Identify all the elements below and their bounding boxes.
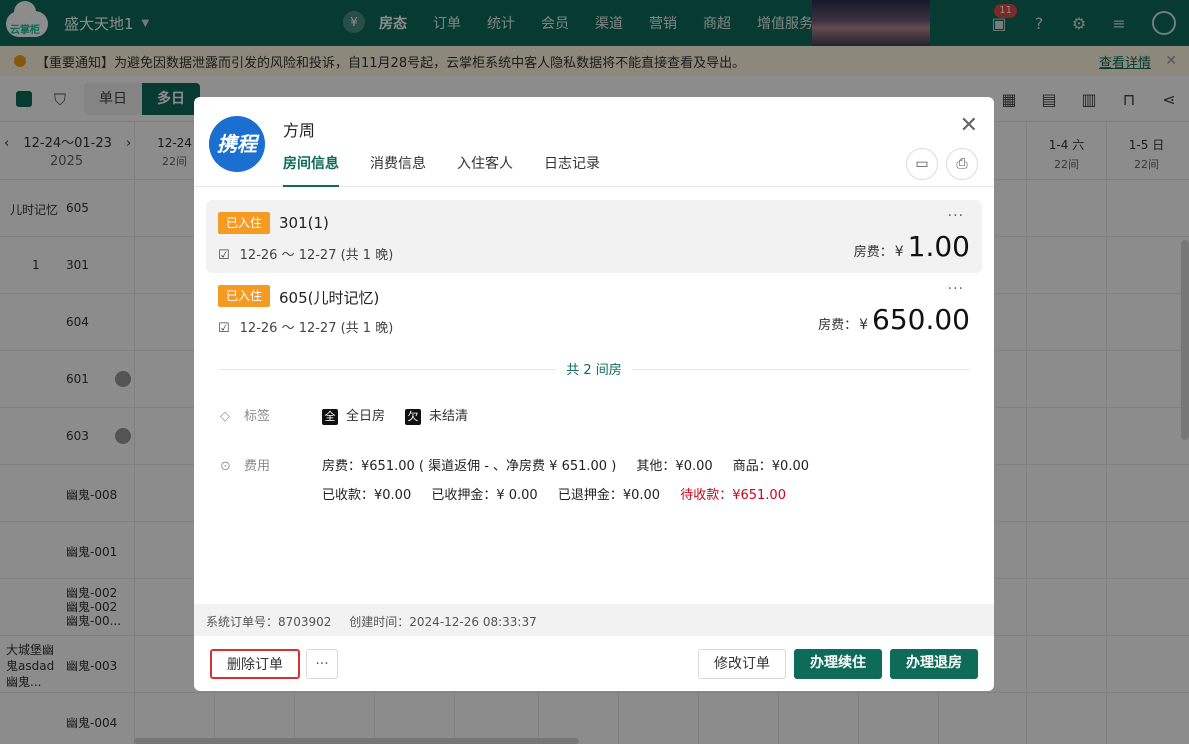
room-name: 301(1) (279, 214, 329, 232)
tab-room-info[interactable]: 房间信息 (283, 153, 339, 187)
invoice-icon[interactable]: ▭ (906, 148, 938, 180)
tab-consumption[interactable]: 消费信息 (370, 153, 426, 187)
modal-tabs: 房间信息 消费信息 入住客人 日志记录 (283, 153, 631, 187)
vertical-scrollbar[interactable] (1181, 240, 1189, 440)
room-price: 房费： ¥1.00 (853, 230, 970, 263)
yen-icon: ⊙ (220, 459, 231, 474)
stay-dates: ☑ 12-26 ～ 12-27 (共 1 晚) (218, 248, 394, 263)
calendar-check-icon: ☑ (218, 248, 230, 263)
close-icon[interactable]: ✕ (960, 113, 978, 138)
calendar-check-icon: ☑ (218, 321, 230, 336)
tag-list: 全全日房 欠未结清 (322, 405, 468, 425)
fee-summary: 房费：¥651.00 ( 渠道返佣 - 、净房费 ¥ 651.00 ) 其他：¥… (322, 459, 809, 474)
room-card[interactable]: 已入住 605(儿时记忆) ☑ 12-26 ～ 12-27 (共 1 晚) ···… (206, 273, 982, 346)
total-rooms: 共 2 间房 (218, 359, 970, 379)
tag-full-day: 全全日房 (322, 405, 385, 425)
more-icon[interactable]: ··· (948, 281, 964, 297)
payment-summary: 已收款：¥0.00 已收押金：¥ 0.00 已退押金：¥0.00 待收款：¥65… (322, 488, 786, 503)
edit-order-button[interactable]: 修改订单 (698, 649, 786, 679)
extend-stay-button[interactable]: 办理续住 (794, 649, 882, 679)
guest-name: 方周 (283, 121, 316, 140)
owed-icon: 欠 (405, 409, 422, 425)
tag-unsettled: 欠未结清 (405, 405, 468, 425)
room-name: 605(儿时记忆) (279, 289, 380, 307)
fee-label: ⊙ 费用 (220, 459, 271, 474)
created-time: 创建时间：2024-12-26 08:33:37 (349, 615, 537, 629)
print-icon[interactable]: ⎙ (946, 148, 978, 180)
order-detail-modal: 携程 方周 房间信息 消费信息 入住客人 日志记录 ✕ ▭ ⎙ 已入住 301(… (194, 97, 994, 691)
horizontal-scrollbar[interactable] (134, 738, 579, 744)
status-badge: 已入住 (218, 212, 271, 234)
tag-label: ◇ 标签 (220, 409, 271, 424)
stay-dates: ☑ 12-26 ～ 12-27 (共 1 晚) (218, 321, 394, 336)
room-price: 房费： ¥650.00 (818, 303, 970, 336)
modal-header: 携程 方周 房间信息 消费信息 入住客人 日志记录 ✕ ▭ ⎙ (194, 97, 994, 187)
tab-guests[interactable]: 入住客人 (457, 153, 513, 187)
pending-amount: 待收款：¥651.00 (680, 488, 786, 503)
more-actions-button[interactable]: ··· (306, 649, 338, 679)
order-meta: 系统订单号：8703902 创建时间：2024-12-26 08:33:37 (194, 604, 994, 636)
order-number: 系统订单号：8703902 (206, 615, 332, 629)
tab-logs[interactable]: 日志记录 (544, 153, 600, 187)
delete-order-button[interactable]: 删除订单 (210, 649, 300, 679)
more-icon[interactable]: ··· (948, 208, 964, 224)
status-badge: 已入住 (218, 285, 271, 307)
full-day-icon: 全 (322, 409, 338, 425)
ctrip-channel-logo: 携程 (209, 116, 265, 172)
tag-icon: ◇ (220, 409, 230, 424)
checkout-button[interactable]: 办理退房 (890, 649, 978, 679)
room-card[interactable]: 已入住 301(1) ☑ 12-26 ～ 12-27 (共 1 晚) ··· 房费… (206, 200, 982, 273)
